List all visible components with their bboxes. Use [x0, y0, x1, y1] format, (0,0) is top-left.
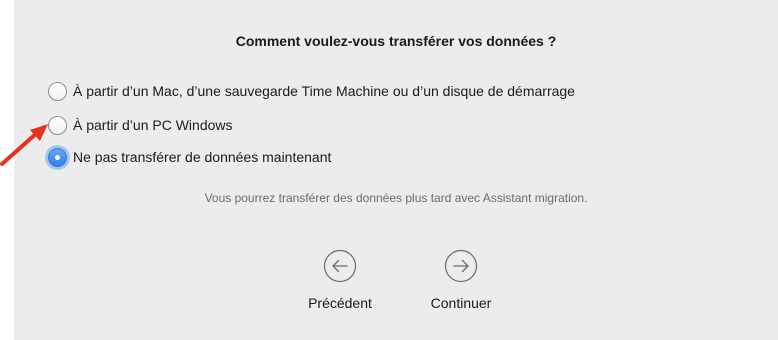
continue-button-label: Continuer — [430, 295, 492, 311]
continue-button[interactable]: Continuer — [406, 249, 516, 311]
radio-from-mac[interactable] — [48, 81, 67, 101]
option-do-not-transfer[interactable]: Ne pas transférer de données maintenant — [48, 146, 331, 168]
option-from-mac-label: À partir d’un Mac, d’une sauvegarde Time… — [73, 83, 575, 99]
option-do-not-transfer-label: Ne pas transférer de données maintenant — [73, 149, 332, 165]
red-arrow-icon — [0, 124, 48, 166]
option-from-windows-pc[interactable]: À partir d’un PC Windows — [48, 114, 233, 136]
back-button[interactable]: Précédent — [285, 249, 395, 311]
option-from-windows-pc-label: À partir d’un PC Windows — [73, 117, 233, 133]
transfer-later-hint: Vous pourrez transférer des données plus… — [204, 191, 588, 205]
setup-assistant-panel — [14, 0, 778, 340]
arrow-left-circle-icon — [323, 249, 357, 283]
option-from-mac[interactable]: À partir d’un Mac, d’une sauvegarde Time… — [48, 80, 575, 102]
arrow-right-circle-icon — [444, 249, 478, 283]
back-button-label: Précédent — [308, 295, 372, 311]
page-title: Comment voulez-vous transférer vos donné… — [235, 33, 557, 49]
